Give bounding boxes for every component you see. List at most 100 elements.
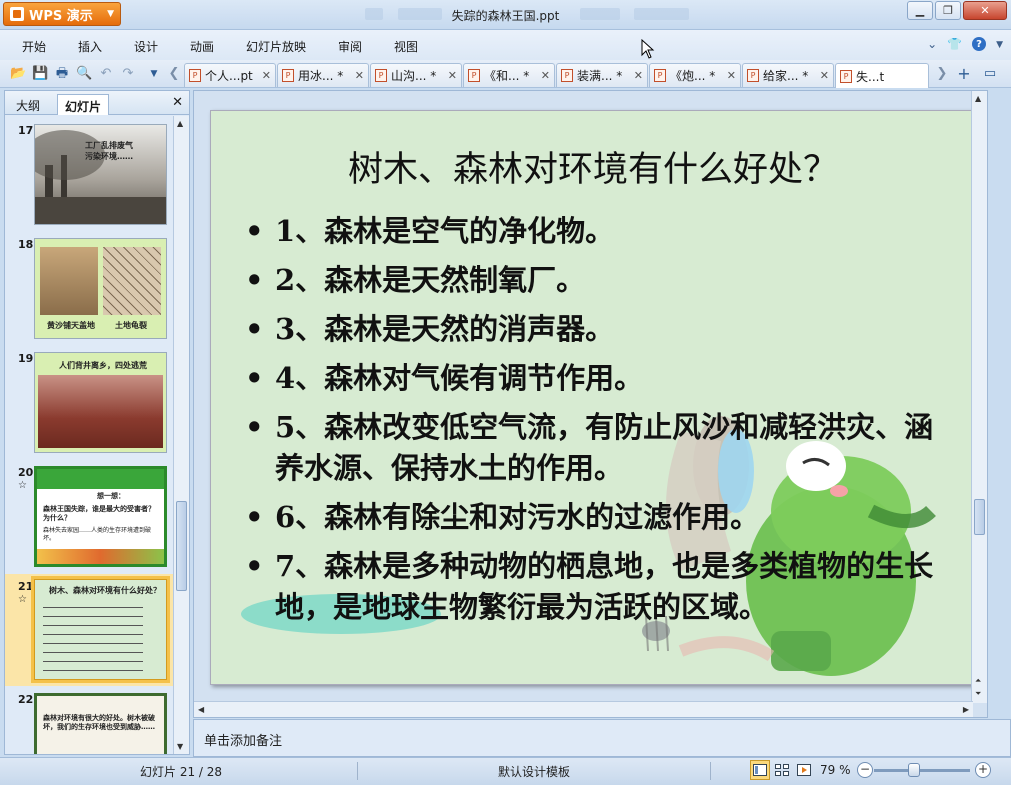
notes-pane[interactable]: 单击添加备注 bbox=[193, 719, 1011, 757]
menu-insert[interactable]: 插入 bbox=[78, 38, 102, 55]
save-icon[interactable]: 💾 bbox=[32, 66, 48, 82]
slide-thumbnail-list[interactable]: 17 工厂乱排废气 污染环境…… 18 黄沙铺天盖地 土地龟裂 19 人们背井离… bbox=[5, 116, 173, 754]
doc-tab-label: 失...t bbox=[856, 69, 885, 84]
scroll-thumb[interactable] bbox=[974, 499, 985, 535]
menu-slideshow[interactable]: 幻灯片放映 bbox=[246, 38, 306, 55]
zoom-slider-knob[interactable] bbox=[908, 763, 920, 777]
slide-title[interactable]: 树木、森林对环境有什么好处？ bbox=[211, 141, 973, 192]
customize-toolbar-icon[interactable]: ▼ bbox=[146, 66, 162, 82]
tab-outline[interactable]: 大纲 bbox=[9, 94, 47, 115]
minimize-button[interactable]: ▁ bbox=[907, 1, 933, 20]
close-tab-icon[interactable]: ✕ bbox=[262, 69, 271, 82]
doc-tab[interactable]: P 用冰... * ✕ bbox=[277, 63, 369, 87]
factory-pollution-image: 工厂乱排废气 污染环境…… bbox=[34, 124, 167, 225]
slideshow-view-button[interactable] bbox=[794, 760, 814, 780]
thumb-caption: 黄沙铺天盖地 bbox=[47, 321, 95, 330]
menu-view[interactable]: 视图 bbox=[394, 38, 418, 55]
tab-scroll-left-icon[interactable]: ❮ bbox=[166, 66, 182, 82]
ppt-file-icon: P bbox=[840, 69, 852, 83]
tab-scroll-right-icon[interactable]: ❯ bbox=[934, 66, 950, 82]
notes-placeholder[interactable]: 单击添加备注 bbox=[204, 730, 282, 749]
doc-tab[interactable]: P 山沟... * ✕ bbox=[370, 63, 462, 87]
doc-tab[interactable]: P 给家... * ✕ bbox=[742, 63, 834, 87]
doc-tab[interactable]: P 《和... * ✕ bbox=[463, 63, 555, 87]
menu-design[interactable]: 设计 bbox=[134, 38, 158, 55]
slide-number: 17 bbox=[18, 124, 34, 137]
slide-thumbnail-18[interactable]: 18 黄沙铺天盖地 土地龟裂 bbox=[5, 238, 173, 348]
migration-image: 人们背井离乡，四处逃荒 bbox=[34, 352, 167, 453]
close-panel-icon[interactable]: ✕ bbox=[172, 95, 183, 110]
doc-tab-label: 《炮... * bbox=[670, 69, 716, 83]
undo-icon[interactable]: ↶ bbox=[98, 66, 114, 82]
thumb-caption: 森林王国失踪，谁是最大的受害者？为什么？ bbox=[43, 505, 155, 522]
redo-icon[interactable]: ↷ bbox=[120, 66, 136, 82]
slide-sorter-view-button[interactable] bbox=[772, 760, 792, 780]
close-tab-icon[interactable]: ✕ bbox=[727, 69, 736, 82]
current-slide[interactable]: 树木、森林对环境有什么好处？ 1、森林是空气的净化物。 2、森林是天然制氧厂。 … bbox=[210, 110, 974, 685]
doc-tab[interactable]: P 《炮... * ✕ bbox=[649, 63, 741, 87]
new-tab-plus-icon[interactable]: + bbox=[956, 66, 972, 82]
scroll-down-icon[interactable]: ▼ bbox=[177, 742, 183, 751]
slide-bullet-list[interactable]: 1、森林是空气的净化物。 2、森林是天然制氧厂。 3、森林是天然的消声器。 4、… bbox=[241, 211, 941, 636]
doc-tab-label: 给家... * bbox=[763, 69, 809, 83]
close-tab-icon[interactable]: ✕ bbox=[820, 69, 829, 82]
ppt-file-icon: P bbox=[282, 69, 294, 82]
prev-slide-icon[interactable]: ⏶ bbox=[975, 676, 981, 686]
close-tab-icon[interactable]: ✕ bbox=[355, 69, 364, 82]
doc-tab[interactable]: P 个人...pt ✕ bbox=[184, 63, 276, 87]
slide-number: 19 bbox=[18, 352, 34, 365]
editor-vertical-scrollbar[interactable]: ▲ ⏶ ⏷ bbox=[971, 91, 987, 703]
close-tab-icon[interactable]: ✕ bbox=[634, 69, 643, 82]
bullet-item: 7、森林是多种动物的栖息地，也是多类植物的生长地，是地球生物繁衍最为活跃的区域。 bbox=[241, 546, 941, 628]
skin-shirt-icon[interactable]: 👕 bbox=[947, 37, 962, 51]
zoom-out-button[interactable]: − bbox=[857, 762, 873, 778]
menu-review[interactable]: 审阅 bbox=[338, 38, 362, 55]
open-folder-icon[interactable]: 📂 bbox=[10, 66, 26, 82]
slide-editor: 树木、森林对环境有什么好处？ 1、森林是空气的净化物。 2、森林是天然制氧厂。 … bbox=[193, 90, 988, 718]
print-icon[interactable]: 🖶 bbox=[54, 66, 70, 82]
scroll-right-icon[interactable]: ▶ bbox=[963, 705, 969, 714]
slide-thumbnail-17[interactable]: 17 工厂乱排废气 污染环境…… bbox=[5, 124, 173, 234]
close-tab-icon[interactable]: ✕ bbox=[448, 69, 457, 82]
help-dropdown-icon[interactable]: ▼ bbox=[996, 40, 1003, 51]
thumb-caption: 森林失去家园……人类的生存环境遭到破坏。 bbox=[43, 527, 152, 542]
slide-panel-scrollbar[interactable]: ▲ ▼ bbox=[173, 116, 189, 754]
mouse-cursor-icon bbox=[641, 39, 655, 59]
zoom-in-button[interactable]: + bbox=[975, 762, 991, 778]
help-icon[interactable]: ? bbox=[972, 37, 987, 51]
scroll-left-icon[interactable]: ◀ bbox=[198, 705, 204, 714]
collapse-ribbon-icon[interactable]: ⌄ bbox=[927, 37, 937, 51]
close-tab-icon[interactable]: ✕ bbox=[541, 69, 550, 82]
doc-tab-label: 个人...pt bbox=[205, 69, 253, 83]
menu-animation[interactable]: 动画 bbox=[190, 38, 214, 55]
ppt-file-icon: P bbox=[468, 69, 480, 82]
doc-tab-active[interactable]: P 失...t bbox=[835, 63, 929, 88]
close-button[interactable]: ✕ bbox=[963, 1, 1007, 20]
scroll-up-icon[interactable]: ▲ bbox=[975, 94, 981, 103]
slide-thumbnail-19[interactable]: 19 人们背井离乡，四处逃荒 bbox=[5, 352, 173, 462]
maximize-button[interactable]: ❐ bbox=[935, 1, 961, 20]
tab-slides[interactable]: 幻灯片 bbox=[57, 94, 110, 115]
normal-view-button[interactable] bbox=[750, 760, 770, 780]
scroll-thumb[interactable] bbox=[176, 501, 187, 591]
next-slide-icon[interactable]: ⏷ bbox=[975, 689, 981, 699]
editor-horizontal-scrollbar[interactable]: ◀ ▶ bbox=[194, 701, 973, 717]
menu-home[interactable]: 开始 bbox=[22, 38, 46, 55]
doc-tab-label: 山沟... * bbox=[391, 69, 437, 83]
bullet-item: 3、森林是天然的消声器。 bbox=[241, 309, 941, 350]
slide-thumbnail-22[interactable]: 22 森林对环境有很大的好处。树木被破坏，我们的生存环境也受到威胁…… bbox=[5, 693, 173, 754]
doc-tab[interactable]: P 装满... * ✕ bbox=[556, 63, 648, 87]
print-preview-icon[interactable]: 🔍 bbox=[76, 66, 92, 82]
ppt-file-icon: P bbox=[189, 69, 201, 82]
slide-thumbnail-20[interactable]: 20 ☆ 想一想： 森林王国失踪，谁是最大的受害者？为什么？ 森林失去家园……人… bbox=[5, 466, 173, 576]
normal-view-icon bbox=[753, 764, 767, 776]
title-bar: WPS 演示 ▼ 失踪的森林王国.ppt ▁ ❐ ✕ bbox=[0, 0, 1011, 30]
scroll-up-icon[interactable]: ▲ bbox=[177, 119, 183, 128]
slide-thumbnail-21[interactable]: 21 ☆ 树木、森林对环境有什么好处？ bbox=[5, 574, 173, 686]
ppt-file-icon: P bbox=[747, 69, 759, 82]
zoom-slider-track[interactable] bbox=[874, 769, 970, 772]
tab-list-icon[interactable]: ▭ bbox=[982, 66, 998, 82]
current-slide-thumbnail: 树木、森林对环境有什么好处？ bbox=[31, 576, 170, 683]
thumb-caption: 树木、森林对环境有什么好处？ bbox=[49, 586, 161, 595]
slide-number: 20 bbox=[18, 466, 34, 479]
